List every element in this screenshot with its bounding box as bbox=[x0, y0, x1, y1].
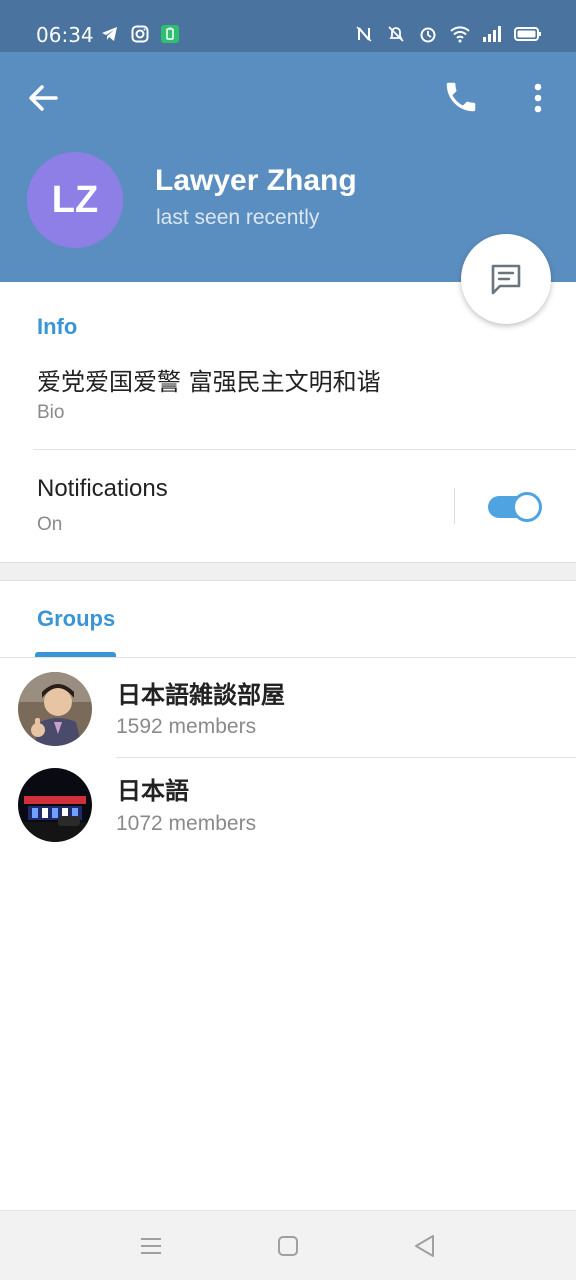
group-name: 日本語雑談部屋 bbox=[117, 681, 285, 709]
notifications-label[interactable]: Notifications bbox=[37, 475, 168, 503]
nfc-icon bbox=[356, 26, 372, 42]
notifications-toggle[interactable] bbox=[486, 490, 544, 522]
battery-app-icon bbox=[161, 25, 179, 43]
bio-value[interactable]: 爱党爱国爱警 富强民主文明和谐 bbox=[37, 362, 381, 397]
info-section-title: Info bbox=[37, 314, 78, 339]
tab-groups[interactable]: Groups bbox=[37, 606, 115, 632]
send-message-button[interactable] bbox=[461, 234, 551, 324]
status-time: 06:34 bbox=[36, 23, 94, 47]
battery-icon bbox=[514, 27, 541, 41]
vibrate-off-icon bbox=[388, 26, 404, 42]
status-bar: 06:34 bbox=[0, 0, 576, 52]
phone-icon[interactable] bbox=[442, 78, 480, 116]
notifications-status: On bbox=[37, 514, 63, 535]
back-arrow-icon[interactable] bbox=[26, 80, 62, 116]
home-icon[interactable] bbox=[273, 1231, 303, 1261]
divider bbox=[33, 449, 576, 450]
group-name: 日本語 bbox=[117, 777, 189, 805]
menu-icon[interactable] bbox=[136, 1231, 166, 1261]
profile-name: Lawyer Zhang bbox=[155, 164, 357, 197]
notifications-separator bbox=[454, 488, 455, 524]
profile-avatar[interactable]: LZ bbox=[27, 152, 123, 248]
instagram-icon bbox=[131, 25, 149, 43]
group-avatar bbox=[18, 768, 92, 842]
more-options-icon[interactable] bbox=[524, 78, 552, 118]
tab-divider bbox=[0, 657, 576, 658]
section-separator bbox=[0, 562, 576, 581]
signal-icon bbox=[483, 26, 501, 42]
wifi-icon bbox=[450, 26, 470, 43]
system-nav-bar bbox=[0, 1210, 576, 1280]
avatar-initials: LZ bbox=[51, 178, 99, 221]
message-icon bbox=[491, 264, 521, 295]
group-members: 1072 members bbox=[116, 812, 257, 835]
telegram-icon bbox=[102, 27, 117, 41]
alarm-icon bbox=[420, 27, 436, 43]
bio-label: Bio bbox=[37, 402, 65, 423]
back-triangle-icon[interactable] bbox=[410, 1231, 440, 1261]
group-members: 1592 members bbox=[116, 715, 257, 738]
profile-status: last seen recently bbox=[156, 206, 320, 229]
list-divider bbox=[116, 757, 576, 758]
toggle-knob bbox=[512, 492, 542, 522]
group-avatar bbox=[18, 672, 92, 746]
